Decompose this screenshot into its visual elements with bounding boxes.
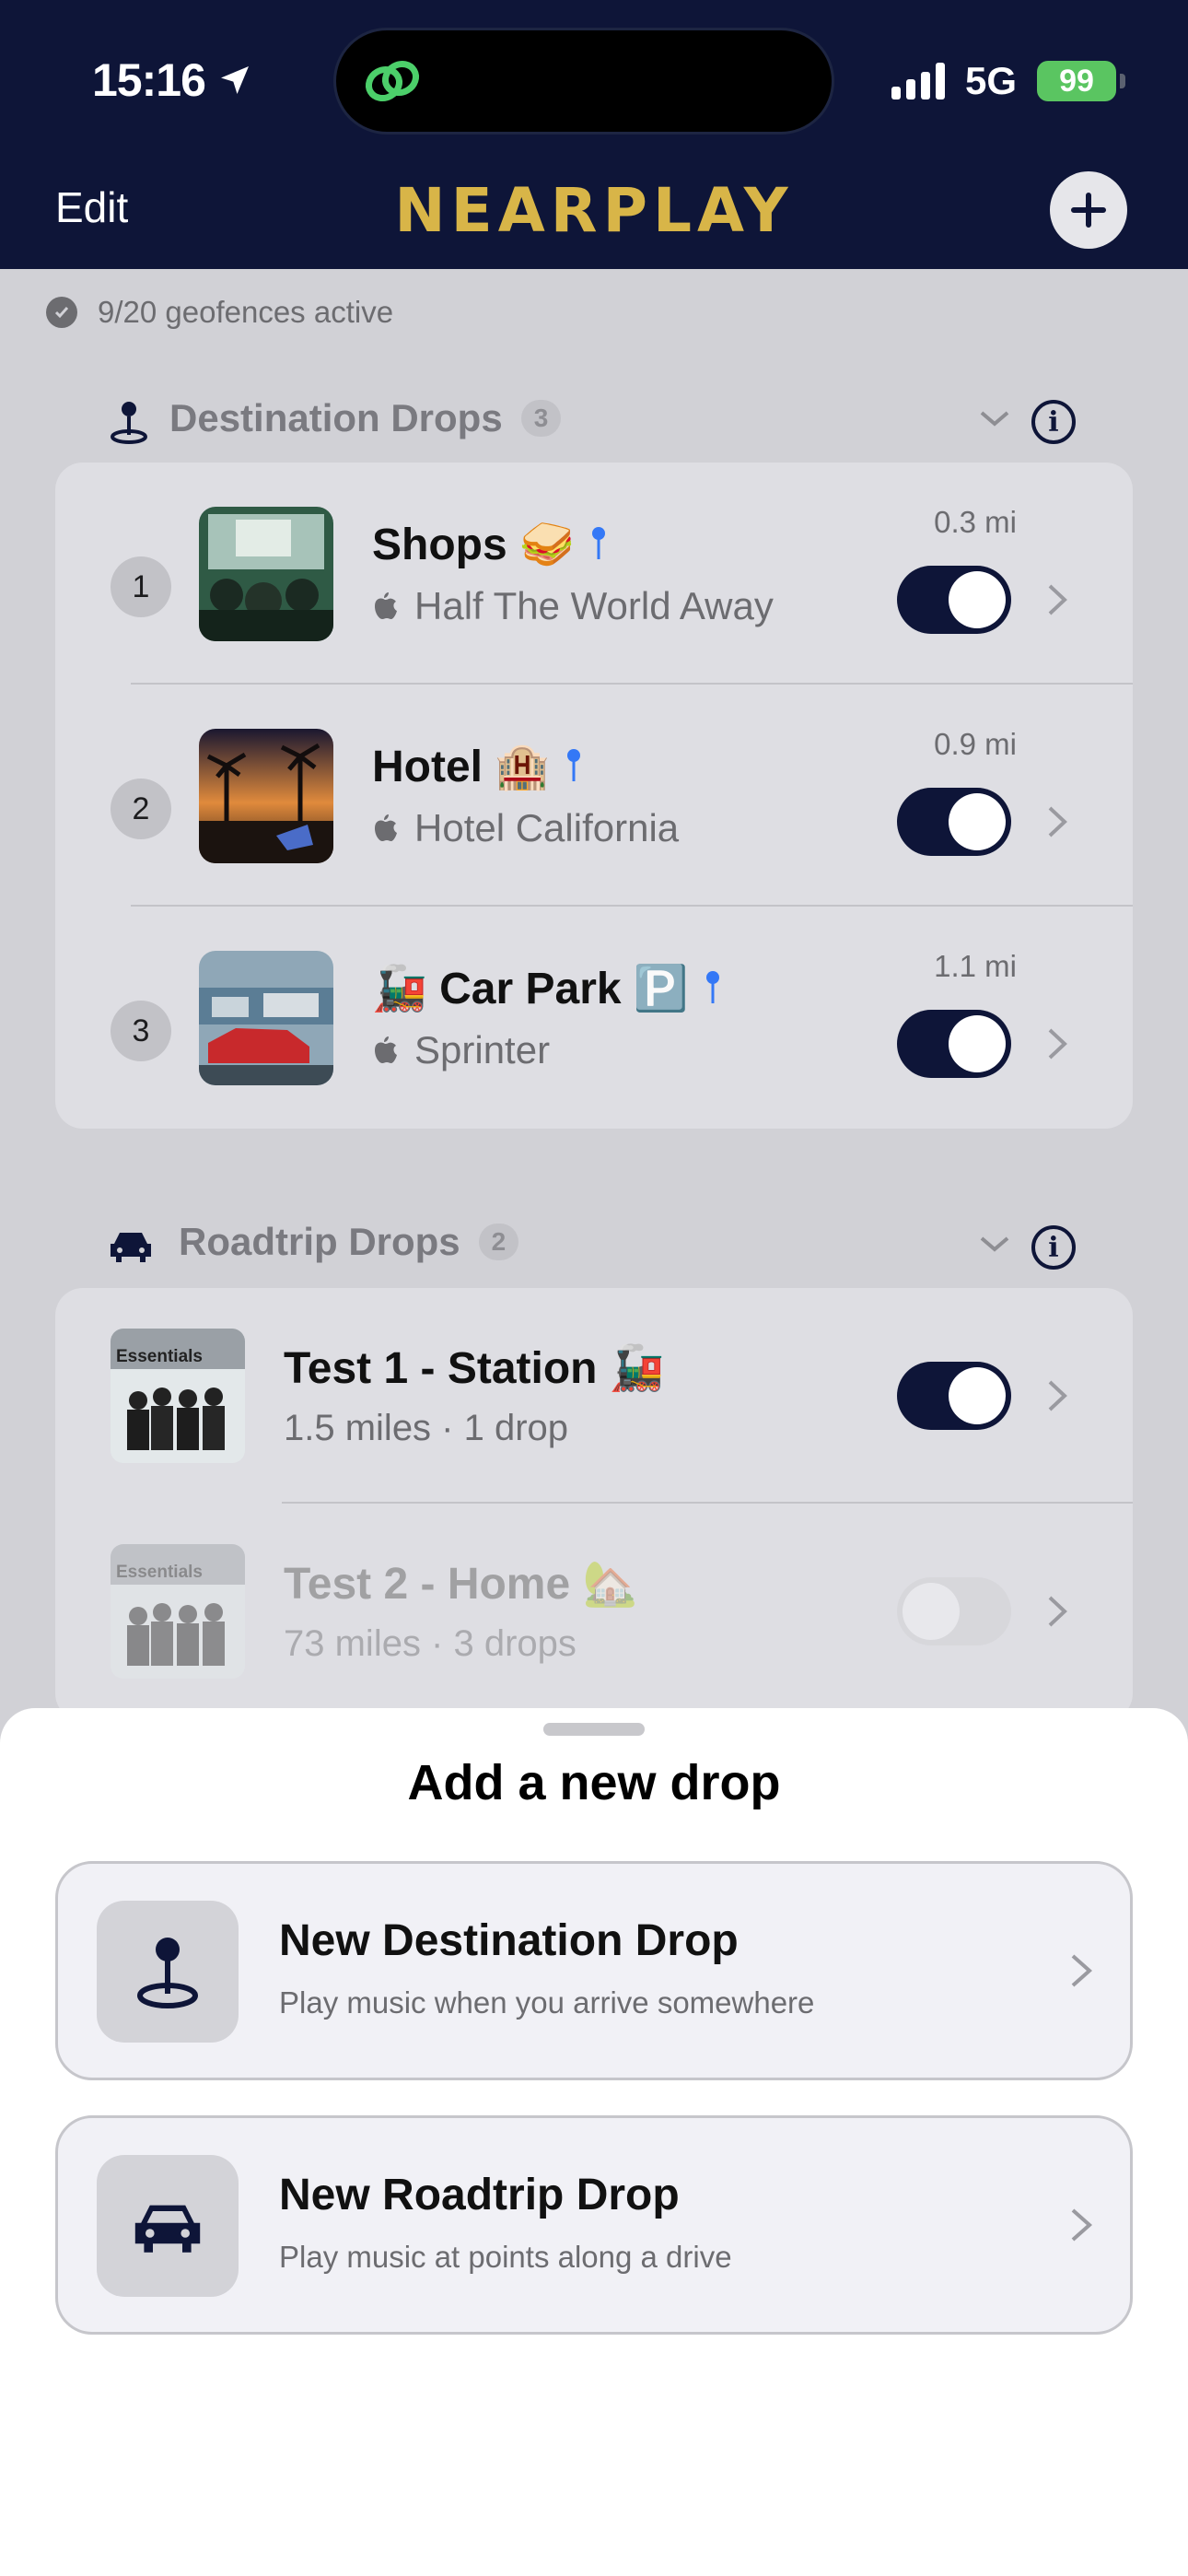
status-time: 15:16 — [92, 53, 253, 107]
link-loop-icon — [365, 60, 420, 102]
distance-label: 0.9 mi — [934, 727, 1017, 761]
map-pin-icon — [111, 402, 147, 444]
row-number: 3 — [111, 1001, 171, 1061]
roadtrip-title: Test 1 - Station 🚂 — [284, 1344, 665, 1393]
song-title: Hotel California — [414, 806, 680, 849]
roadtrip-title: Test 2 - Home 🏡 — [284, 1560, 638, 1609]
apple-music-icon — [375, 1036, 397, 1063]
artwork-label: Essentials — [116, 1563, 203, 1582]
album-art — [199, 729, 333, 863]
header: 15:16 5G 99 Edit NEARPLAY — [0, 0, 1188, 269]
roadtrip-subtitle: 73 miles · 3 drops — [284, 1623, 577, 1664]
destination-row[interactable]: 1 Shops 🥪 Half The World Away 0.3 mi — [55, 463, 1133, 685]
roadtrip-drops-card: Essentials Test 1 - Station 🚂 1.5 miles … — [55, 1288, 1133, 1721]
album-art: Essentials — [111, 1329, 245, 1463]
add-button[interactable] — [1050, 171, 1127, 249]
pin-icon — [567, 748, 581, 781]
roadtrip-row[interactable]: Essentials Test 2 - Home 🏡 73 miles · 3 … — [55, 1504, 1133, 1719]
drop-toggle[interactable] — [897, 1577, 1011, 1645]
drop-toggle[interactable] — [897, 1010, 1011, 1078]
dynamic-island — [333, 28, 834, 135]
drop-toggle[interactable] — [897, 566, 1011, 634]
chevron-right-icon — [1048, 584, 1067, 615]
album-art — [199, 507, 333, 641]
app-title: NEARPLAY — [394, 175, 794, 246]
info-icon[interactable]: i — [1031, 1225, 1076, 1270]
chevron-down-icon[interactable] — [978, 407, 1011, 429]
drop-title: 🚂 Car Park 🅿️ — [372, 965, 689, 1013]
apple-music-icon — [375, 814, 397, 841]
song-title: Half The World Away — [414, 584, 774, 627]
destination-count-badge: 3 — [520, 400, 562, 437]
car-icon — [134, 2205, 201, 2253]
option-title: New Destination Drop — [279, 1916, 739, 1965]
album-art — [199, 951, 333, 1085]
geofence-status: 9/20 geofences active — [46, 295, 393, 330]
song-title: Sprinter — [414, 1028, 551, 1071]
pin-icon — [591, 526, 605, 559]
new-roadtrip-drop-button[interactable]: New Roadtrip Drop Play music at points a… — [55, 2115, 1133, 2335]
option-subtitle: Play music at points along a drive — [279, 2240, 732, 2274]
chevron-right-icon — [1048, 1596, 1067, 1627]
roadtrip-count-badge: 2 — [478, 1224, 519, 1260]
apple-music-icon — [375, 592, 397, 619]
distance-label: 0.3 mi — [934, 505, 1017, 539]
sheet-grabber[interactable] — [543, 1723, 645, 1736]
sheet-title: Add a new drop — [407, 1755, 781, 1810]
artwork-label: Essentials — [116, 1347, 203, 1366]
drop-title: Shops 🥪 — [372, 521, 575, 569]
info-icon[interactable]: i — [1031, 400, 1076, 444]
destination-row[interactable]: 2 Hotel 🏨 Hotel California 0.9 mi — [55, 685, 1133, 907]
signal-icon — [891, 63, 945, 100]
add-drop-sheet: Add a new drop New Destination Drop Play… — [0, 1708, 1188, 2576]
status-indicators: 5G 99 — [891, 59, 1125, 103]
chevron-right-icon — [1048, 1028, 1067, 1060]
option-title: New Roadtrip Drop — [279, 2171, 680, 2219]
roadtrip-section-header[interactable]: Roadtrip Drops 2 — [179, 1220, 519, 1264]
distance-label: 1.1 mi — [934, 949, 1017, 983]
checkmark-icon — [46, 297, 77, 328]
car-icon — [111, 1233, 151, 1262]
roadtrip-row[interactable]: Essentials Test 1 - Station 🚂 1.5 miles … — [55, 1288, 1133, 1504]
plus-icon — [1071, 193, 1106, 228]
map-pin-icon — [137, 1938, 198, 2008]
roadtrip-subtitle: 1.5 miles · 1 drop — [284, 1408, 569, 1448]
network-label: 5G — [964, 59, 1017, 102]
new-destination-drop-button[interactable]: New Destination Drop Play music when you… — [55, 1861, 1133, 2080]
chevron-down-icon[interactable] — [978, 1233, 1011, 1255]
chevron-right-icon — [1071, 1954, 1093, 1987]
destination-section-header[interactable]: Destination Drops 3 — [169, 396, 562, 440]
chevron-right-icon — [1048, 1380, 1067, 1411]
pin-icon — [705, 970, 719, 1003]
drop-toggle[interactable] — [897, 788, 1011, 856]
app-screen: 15:16 5G 99 Edit NEARPLAY 9/20 geofences… — [0, 0, 1188, 2576]
option-subtitle: Play music when you arrive somewhere — [279, 1985, 815, 2020]
battery-icon: 99 — [1037, 61, 1125, 101]
drop-toggle[interactable] — [897, 1362, 1011, 1430]
location-arrow-icon — [220, 66, 249, 94]
row-number: 1 — [111, 556, 171, 617]
row-number: 2 — [111, 779, 171, 839]
chevron-right-icon — [1048, 806, 1067, 837]
destination-drops-card: 1 Shops 🥪 Half The World Away 0.3 mi 2 H… — [55, 463, 1133, 1129]
destination-row[interactable]: 3 🚂 Car Park 🅿️ Sprinter 1.1 mi — [55, 907, 1133, 1129]
album-art: Essentials — [111, 1544, 245, 1679]
chevron-right-icon — [1071, 2208, 1093, 2242]
drop-title: Hotel 🏨 — [372, 743, 551, 791]
